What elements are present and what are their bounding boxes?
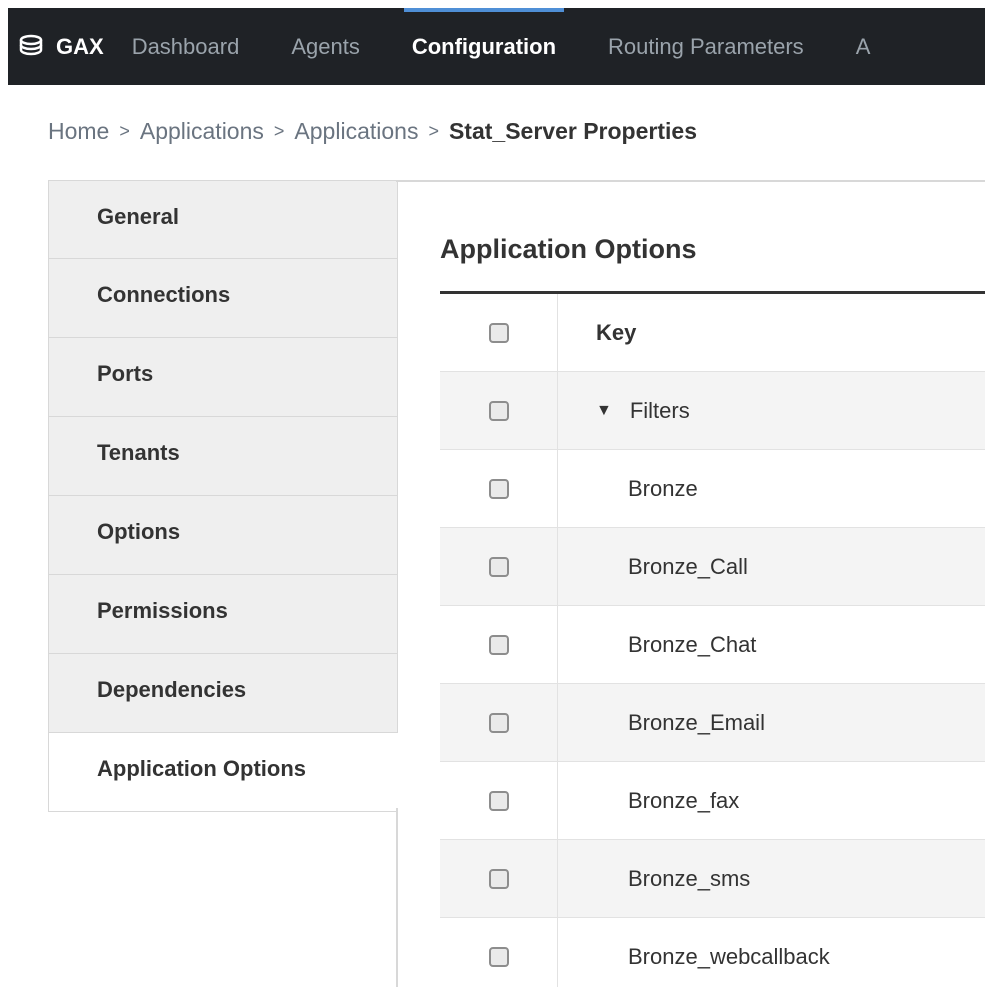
select-cell — [440, 450, 558, 527]
brand-label: GAX — [56, 33, 104, 59]
breadcrumb-separator: > — [428, 121, 439, 141]
select-cell — [440, 528, 558, 605]
row-checkbox[interactable] — [488, 478, 509, 499]
row-checkbox[interactable] — [488, 868, 509, 889]
key-cell: Bronze_sms — [628, 865, 751, 891]
expand-triangle-icon[interactable]: ▼ — [596, 402, 612, 420]
key-cell: Bronze_Call — [628, 553, 748, 579]
select-cell — [440, 294, 558, 371]
key-cell: Bronze_Chat — [628, 631, 757, 657]
key-cell: Bronze_Email — [628, 709, 765, 735]
brand[interactable]: GAX — [8, 34, 104, 60]
main-content: Application Options Key ▼ Filters Bronze — [440, 182, 985, 987]
nav-routing-parameters[interactable]: Routing Parameters — [608, 8, 804, 85]
nav-agents[interactable]: Agents — [291, 8, 360, 85]
select-cell — [440, 918, 558, 987]
row-checkbox[interactable] — [488, 790, 509, 811]
sidebar-item-ports[interactable]: Ports — [48, 338, 398, 417]
key-cell: Bronze — [628, 475, 698, 501]
breadcrumb-home[interactable]: Home — [48, 118, 109, 145]
select-cell — [440, 606, 558, 683]
sidebar-item-dependencies[interactable]: Dependencies — [48, 654, 398, 733]
top-navigation-bar: GAX Dashboard Agents Configuration Routi… — [8, 8, 985, 85]
key-cell: Bronze_webcallback — [628, 943, 830, 969]
table-row[interactable]: Bronze_fax — [440, 762, 985, 840]
select-cell — [440, 840, 558, 917]
row-checkbox[interactable] — [488, 400, 509, 421]
sidebar-item-connections[interactable]: Connections — [48, 259, 398, 338]
row-checkbox[interactable] — [488, 634, 509, 655]
sidebar-item-tenants[interactable]: Tenants — [48, 417, 398, 496]
nav-dashboard[interactable]: Dashboard — [132, 8, 240, 85]
options-table: Key ▼ Filters Bronze Bronze_Call Bronze_… — [440, 291, 985, 987]
table-header-row: Key — [440, 294, 985, 372]
content-left-border — [396, 808, 398, 987]
table-row[interactable]: Bronze_sms — [440, 840, 985, 918]
table-row[interactable]: Bronze_Chat — [440, 606, 985, 684]
page-title: Application Options — [440, 234, 697, 264]
sidebar-item-application-options[interactable]: Application Options — [48, 733, 398, 812]
select-all-checkbox[interactable] — [488, 322, 509, 343]
key-cell: Bronze_fax — [628, 787, 740, 813]
select-cell — [440, 372, 558, 449]
row-checkbox[interactable] — [488, 712, 509, 733]
database-icon — [19, 34, 43, 55]
properties-sidebar: General Connections Ports Tenants Option… — [48, 180, 398, 812]
breadcrumb-applications-2[interactable]: Applications — [294, 118, 418, 145]
breadcrumb-applications[interactable]: Applications — [140, 118, 264, 145]
select-cell — [440, 762, 558, 839]
table-row[interactable]: Bronze_Call — [440, 528, 985, 606]
breadcrumb-current: Stat_Server Properties — [448, 118, 697, 144]
nav-configuration[interactable]: Configuration — [403, 8, 565, 85]
row-checkbox[interactable] — [488, 946, 509, 967]
table-row[interactable]: Bronze_webcallback — [440, 918, 985, 987]
table-row-group[interactable]: ▼ Filters — [440, 372, 985, 450]
nav-item-truncated[interactable]: A — [856, 8, 871, 85]
breadcrumb: Home > Applications > Applications > Sta… — [48, 118, 697, 145]
breadcrumb-separator: > — [119, 121, 130, 141]
group-key-cell: ▼ Filters — [558, 372, 985, 449]
sidebar-item-permissions[interactable]: Permissions — [48, 575, 398, 654]
breadcrumb-separator: > — [273, 121, 285, 141]
table-row[interactable]: Bronze — [440, 450, 985, 528]
sidebar-item-general[interactable]: General — [48, 180, 398, 259]
select-cell — [440, 684, 558, 761]
table-row[interactable]: Bronze_Email — [440, 684, 985, 762]
group-label: Filters — [629, 397, 690, 423]
main-nav: Dashboard Agents Configuration Routing P… — [132, 8, 923, 85]
row-checkbox[interactable] — [488, 556, 509, 577]
column-header-key[interactable]: Key — [558, 294, 985, 371]
sidebar-item-options[interactable]: Options — [48, 496, 398, 575]
